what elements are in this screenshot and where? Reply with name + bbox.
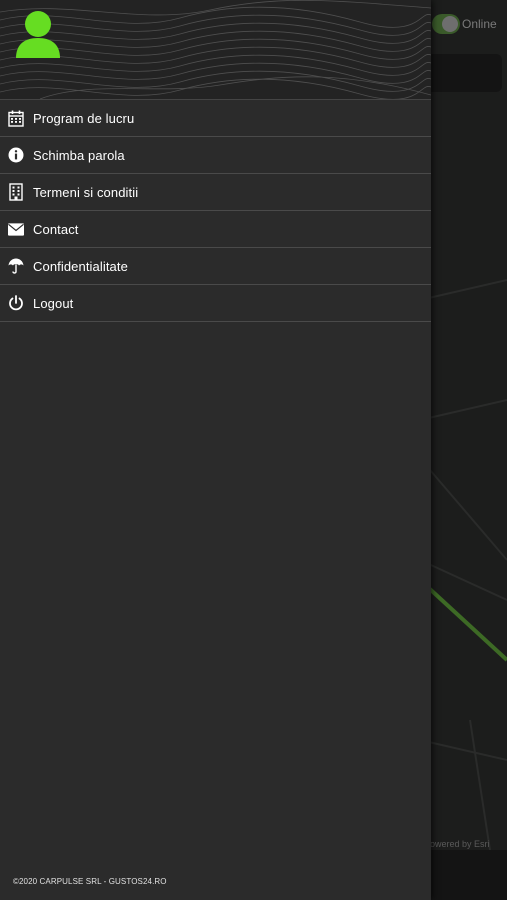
menu-item-label: Termeni si conditii <box>33 184 139 200</box>
copyright-footer: ©2020 CARPULSE SRL - GUSTOS24.RO <box>13 877 167 886</box>
header-pattern <box>0 0 431 99</box>
menu-item-label: Schimba parola <box>33 147 125 163</box>
building-icon <box>8 183 24 201</box>
drawer-menu: Program de lucru Schimba parola Termeni … <box>0 99 431 322</box>
menu-item-logout[interactable]: Logout <box>0 285 431 322</box>
calendar-icon <box>8 109 24 127</box>
menu-item-confidentialitate[interactable]: Confidentialitate <box>0 248 431 285</box>
avatar-icon <box>16 11 60 58</box>
menu-item-label: Logout <box>33 295 74 311</box>
menu-item-label: Contact <box>33 221 79 237</box>
menu-item-schimba-parola[interactable]: Schimba parola <box>0 137 431 174</box>
menu-item-contact[interactable]: Contact <box>0 211 431 248</box>
map-attribution: Powered by Esri <box>424 839 490 849</box>
online-toggle[interactable] <box>432 14 460 34</box>
envelope-icon <box>8 220 24 238</box>
info-icon <box>8 146 24 164</box>
bottom-bar <box>420 850 507 900</box>
menu-item-program-de-lucru[interactable]: Program de lucru <box>0 100 431 137</box>
umbrella-icon <box>8 257 24 275</box>
menu-item-label: Program de lucru <box>33 110 135 126</box>
app-screen: Online Powered by Esri Program de lucru … <box>0 0 507 900</box>
menu-item-label: Confidentialitate <box>33 258 128 274</box>
navigation-drawer: Program de lucru Schimba parola Termeni … <box>0 0 431 900</box>
map-search-card[interactable] <box>420 54 502 92</box>
drawer-header <box>0 0 431 99</box>
toggle-knob <box>442 16 458 32</box>
power-icon <box>8 294 24 312</box>
menu-item-termeni-si-conditii[interactable]: Termeni si conditii <box>0 174 431 211</box>
online-label: Online <box>462 17 497 31</box>
